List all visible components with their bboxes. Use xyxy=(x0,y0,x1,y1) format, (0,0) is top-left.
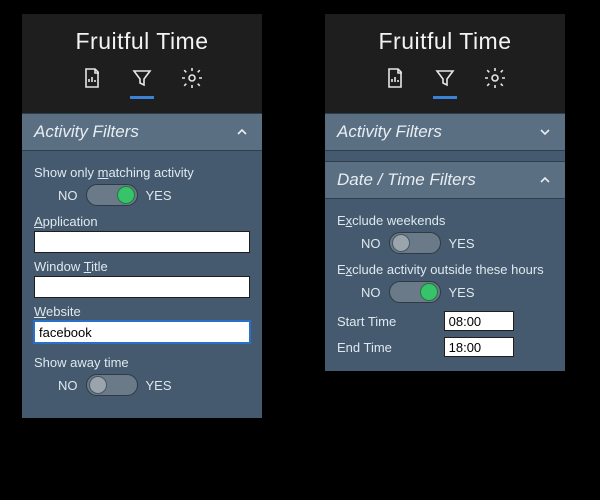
filter-icon xyxy=(433,66,457,95)
toggle-no-label: NO xyxy=(361,285,381,300)
exclude-hours-label: Exclude activity outside these hours xyxy=(337,262,553,277)
show-matching-label: Show only matching activity xyxy=(34,165,250,180)
datetime-filters-header[interactable]: Date / Time Filters xyxy=(325,161,565,199)
time-range-grid: Start Time End Time xyxy=(337,311,553,357)
tab-filter[interactable] xyxy=(128,63,156,97)
toggle-no-label: NO xyxy=(361,236,381,251)
toggle-yes-label: YES xyxy=(449,285,475,300)
toggle-no-label: NO xyxy=(58,378,78,393)
show-away-toggle-row: NO YES xyxy=(58,374,250,396)
datetime-filters-title: Date / Time Filters xyxy=(337,170,476,190)
end-time-input[interactable] xyxy=(444,337,514,357)
toggle-no-label: NO xyxy=(58,188,78,203)
report-icon xyxy=(383,66,407,95)
tab-settings[interactable] xyxy=(178,63,206,97)
website-input[interactable] xyxy=(34,321,250,343)
activity-filters-header[interactable]: Activity Filters xyxy=(325,113,565,151)
filter-icon xyxy=(130,66,154,95)
activity-filters-body: Show only matching activity NO YES Appli… xyxy=(22,151,262,418)
application-input[interactable] xyxy=(34,231,250,253)
activity-filters-title: Activity Filters xyxy=(337,122,442,142)
tab-row xyxy=(22,63,262,107)
window-title-label: Window Title xyxy=(34,259,250,274)
show-away-label: Show away time xyxy=(34,355,250,370)
chevron-up-icon xyxy=(537,172,553,188)
toggle-yes-label: YES xyxy=(146,378,172,393)
tab-row xyxy=(325,63,565,107)
exclude-weekends-toggle[interactable] xyxy=(389,232,441,254)
app-title: Fruitful Time xyxy=(22,28,262,55)
start-time-input[interactable] xyxy=(444,311,514,331)
show-away-toggle[interactable] xyxy=(86,374,138,396)
tab-report[interactable] xyxy=(381,63,409,97)
datetime-filters-body: Exclude weekends NO YES Exclude activity… xyxy=(325,199,565,371)
toggle-yes-label: YES xyxy=(449,236,475,251)
tab-report[interactable] xyxy=(78,63,106,97)
exclude-weekends-toggle-row: NO YES xyxy=(361,232,553,254)
window-title-input[interactable] xyxy=(34,276,250,298)
exclude-hours-toggle[interactable] xyxy=(389,281,441,303)
tab-settings[interactable] xyxy=(481,63,509,97)
activity-filters-title: Activity Filters xyxy=(34,122,139,142)
exclude-weekends-label: Exclude weekends xyxy=(337,213,553,228)
activity-filters-header[interactable]: Activity Filters xyxy=(22,113,262,151)
show-matching-toggle[interactable] xyxy=(86,184,138,206)
chevron-down-icon xyxy=(537,124,553,140)
gear-icon xyxy=(180,66,204,95)
tab-filter[interactable] xyxy=(431,63,459,97)
report-icon xyxy=(80,66,104,95)
app-title: Fruitful Time xyxy=(325,28,565,55)
chevron-up-icon xyxy=(234,124,250,140)
titlebar: Fruitful Time xyxy=(325,14,565,113)
panel-left: Fruitful Time Activity Filters xyxy=(22,14,262,418)
website-label: Website xyxy=(34,304,250,319)
toggle-yes-label: YES xyxy=(146,188,172,203)
application-label: Application xyxy=(34,214,250,229)
titlebar: Fruitful Time xyxy=(22,14,262,113)
start-time-label: Start Time xyxy=(337,314,436,329)
end-time-label: End Time xyxy=(337,340,436,355)
gear-icon xyxy=(483,66,507,95)
exclude-hours-toggle-row: NO YES xyxy=(361,281,553,303)
panel-right: Fruitful Time Activity Filters xyxy=(325,14,565,371)
show-matching-toggle-row: NO YES xyxy=(58,184,250,206)
